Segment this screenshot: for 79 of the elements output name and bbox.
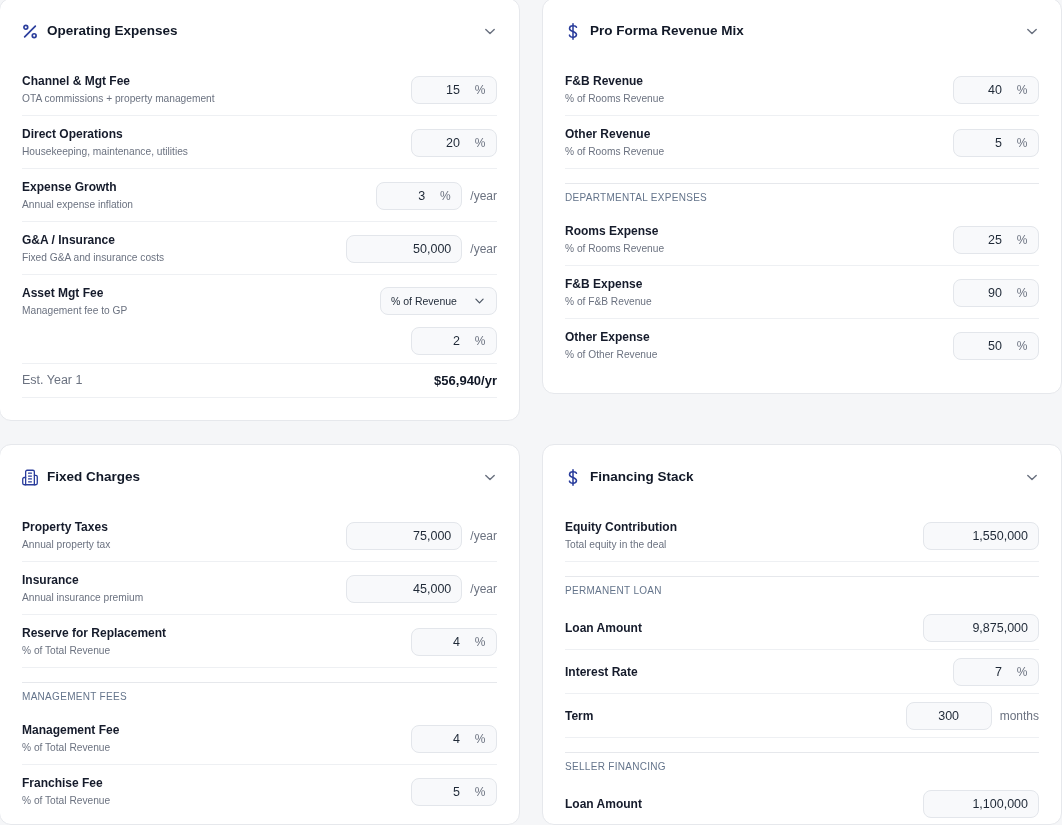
- chevron-down-icon[interactable]: [485, 473, 495, 481]
- number-input[interactable]: 75,000: [346, 521, 463, 550]
- field-label: G&A / Insurance: [22, 232, 115, 248]
- field-hint: % of Total Revenue: [22, 644, 111, 658]
- estimate-label: Est. Year 1: [22, 372, 83, 389]
- number-input[interactable]: 1,100,000: [923, 790, 1039, 818]
- field-label: F&B Revenue: [565, 73, 644, 89]
- field-label: Channel & Mgt Fee: [22, 73, 130, 89]
- field-label: Other Revenue: [565, 126, 651, 142]
- section-heading: DEPARTMENTAL EXPENSES: [565, 192, 708, 204]
- field-hint: % of Total Revenue: [22, 794, 111, 808]
- unit-label: /year: [470, 528, 497, 543]
- field-label: Reserve for Replacement: [22, 625, 167, 641]
- percent-icon: [22, 22, 38, 40]
- chevron-down-icon[interactable]: [1027, 473, 1037, 481]
- number-input[interactable]: 5 %: [953, 128, 1039, 157]
- number-input[interactable]: 9,875,000: [923, 614, 1039, 642]
- unit-label: months: [999, 709, 1039, 723]
- field-label: Property Taxes: [22, 519, 108, 535]
- unit-label: /year: [470, 581, 497, 596]
- card-title: Fixed Charges: [47, 468, 142, 486]
- number-input[interactable]: 90 %: [953, 278, 1039, 307]
- number-input[interactable]: 2 %: [411, 327, 497, 355]
- field-label: Insurance: [22, 572, 79, 588]
- card-title: Operating Expenses: [47, 22, 179, 40]
- number-input[interactable]: 40 %: [953, 75, 1039, 104]
- field-hint: Annual insurance premium: [22, 591, 144, 605]
- card-title: Pro Forma Revenue Mix: [590, 22, 745, 40]
- card-title: Financing Stack: [590, 468, 695, 486]
- unit-label: /year: [470, 188, 497, 203]
- number-input[interactable]: 4 %: [411, 627, 497, 656]
- field-hint: Annual expense inflation: [22, 198, 133, 212]
- caret-icon: [475, 298, 484, 304]
- field-label: Term: [565, 708, 594, 724]
- section-heading: MANAGEMENT FEES: [22, 691, 127, 703]
- field-hint: % of Rooms Revenue: [565, 242, 665, 256]
- field-label: Direct Operations: [22, 126, 123, 142]
- number-input[interactable]: 300: [905, 702, 992, 730]
- field-hint: OTA commissions + property management: [22, 92, 215, 106]
- number-input[interactable]: 45,000: [346, 574, 463, 603]
- field-label: Loan Amount: [565, 620, 642, 636]
- number-input[interactable]: 1,550,000: [923, 521, 1039, 550]
- number-input[interactable]: 50,000: [346, 234, 463, 263]
- field-label: Other Expense: [565, 329, 650, 345]
- field-hint: Annual property tax: [22, 538, 111, 552]
- number-input[interactable]: 20 %: [411, 128, 497, 157]
- chevron-down-icon[interactable]: [485, 27, 495, 35]
- field-label: Interest Rate: [565, 664, 638, 680]
- field-label: Equity Contribution: [565, 519, 677, 535]
- section-heading: SELLER FINANCING: [565, 761, 666, 773]
- section-heading: PERMANENT LOAN: [565, 585, 662, 597]
- estimate-value: $56,940/yr: [434, 372, 497, 389]
- field-label: Franchise Fee: [22, 775, 103, 791]
- field-label: Asset Mgt Fee: [22, 285, 104, 301]
- field-hint: Fixed G&A and insurance costs: [22, 251, 165, 265]
- field-hint: Management fee to GP: [22, 304, 128, 318]
- field-label: Rooms Expense: [565, 223, 659, 239]
- field-hint: % of Other Revenue: [565, 348, 658, 362]
- field-label: Management Fee: [22, 722, 120, 738]
- number-input[interactable]: 25 %: [953, 225, 1039, 254]
- field-hint: % of Total Revenue: [22, 741, 111, 755]
- field-hint: % of Rooms Revenue: [565, 92, 665, 106]
- field-label: Expense Growth: [22, 179, 117, 195]
- field-hint: Total equity in the deal: [565, 538, 667, 552]
- unit-label: /year: [470, 241, 497, 256]
- chevron-down-icon[interactable]: [1027, 27, 1037, 35]
- dropdown-select[interactable]: % of Revenue: [380, 287, 497, 315]
- building-icon: [22, 468, 38, 486]
- field-label: Loan Amount: [565, 796, 642, 812]
- field-label: F&B Expense: [565, 276, 643, 292]
- number-input[interactable]: 5 %: [411, 777, 497, 806]
- field-hint: % of Rooms Revenue: [565, 145, 665, 159]
- number-input[interactable]: 7 %: [953, 658, 1039, 686]
- number-input[interactable]: 3 %: [376, 181, 463, 210]
- number-input[interactable]: 4 %: [411, 724, 497, 753]
- field-hint: Housekeeping, maintenance, utilities: [22, 145, 188, 159]
- field-hint: % of F&B Revenue: [565, 295, 652, 309]
- number-input[interactable]: 50 %: [953, 331, 1039, 360]
- number-input[interactable]: 15 %: [411, 75, 497, 104]
